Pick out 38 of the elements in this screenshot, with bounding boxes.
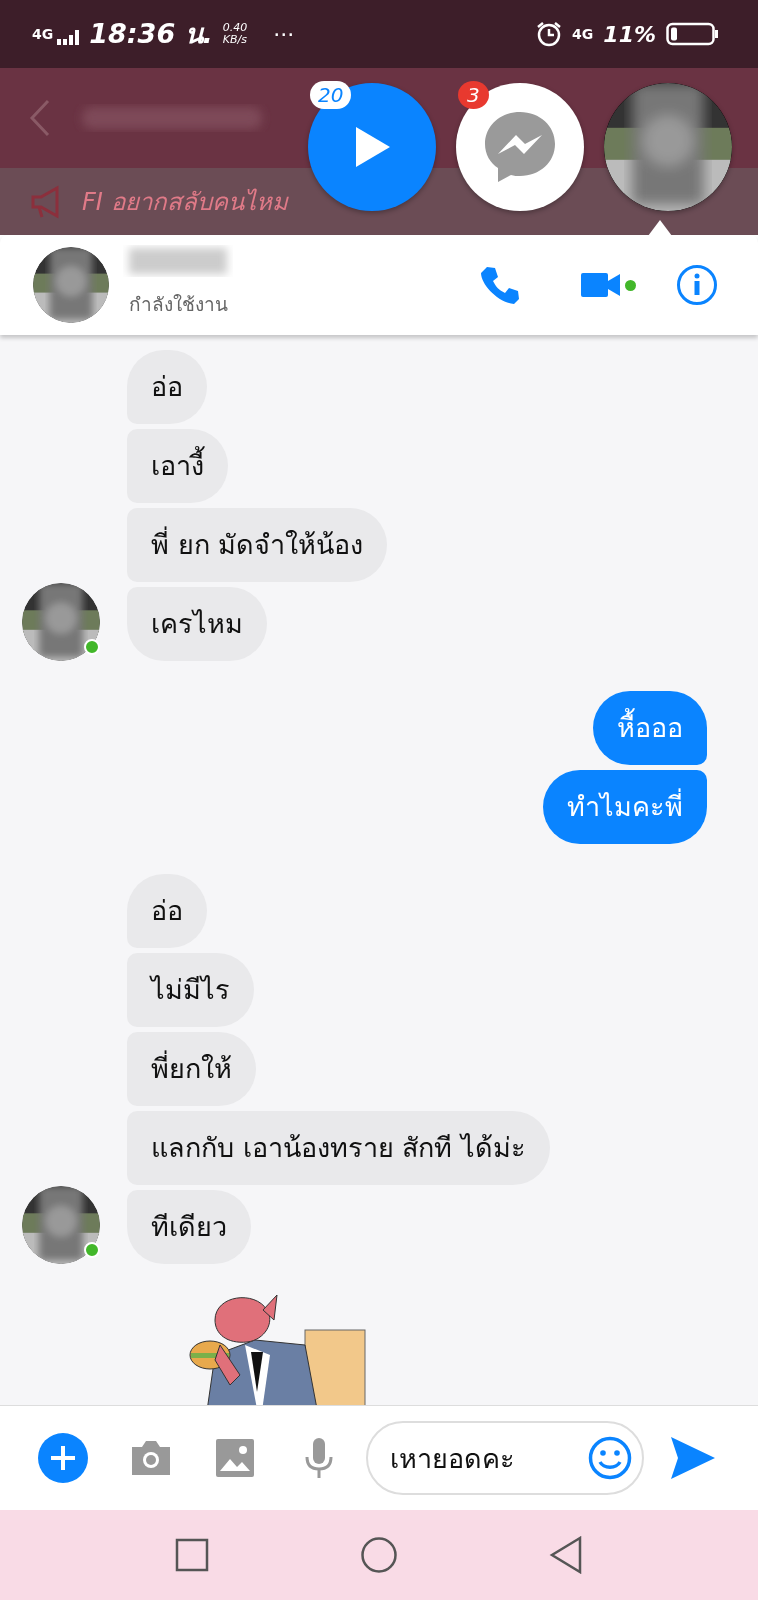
send-icon[interactable] (670, 1435, 716, 1481)
message-bubble: พี่ยกให้ (127, 1032, 256, 1106)
battery-percent: 11% (603, 20, 656, 49)
camera-icon[interactable] (130, 1439, 172, 1477)
message-bubble: อ่อ (127, 350, 207, 424)
message-bubble: เอางี้ (127, 429, 228, 503)
message-bubble: พี่ ยก มัดจำให้น้อง (127, 508, 388, 582)
alarm-icon (536, 21, 563, 47)
message-bubble: แลกกับ เอาน้องทราย สักที ได้ม่ะ (127, 1111, 550, 1185)
message-bubble: ทำไมคะพี่ (543, 770, 707, 844)
info-icon[interactable] (676, 264, 718, 306)
clock-time: 18:36 น. (89, 16, 213, 51)
notification-badge: 20 (310, 81, 352, 109)
message-bubble: ทีเดียว (127, 1190, 251, 1264)
message-bubble: อ่อ (127, 874, 207, 948)
network-type: 4G (32, 24, 54, 44)
message-bubble: เครไหม (127, 587, 267, 661)
network-speed: 0.40 (222, 22, 248, 34)
phone-icon[interactable] (479, 265, 519, 305)
image-icon[interactable] (216, 1439, 254, 1477)
microphone-icon[interactable] (304, 1437, 334, 1479)
recents-icon[interactable] (175, 1538, 210, 1572)
emoji-icon[interactable] (588, 1436, 632, 1480)
messenger-icon (482, 110, 558, 184)
message-field[interactable]: เหายอดคะ (366, 1421, 644, 1495)
home-icon[interactable] (360, 1536, 398, 1574)
video-camera-icon[interactable] (581, 271, 621, 299)
message-bubble: ไม่มีไร (127, 953, 254, 1027)
more-indicator: ··· (273, 20, 295, 49)
battery-icon (666, 22, 718, 46)
signal-icon (57, 28, 80, 45)
back-icon[interactable] (548, 1536, 583, 1574)
message-bubble: หื้อออ (593, 691, 707, 765)
presence-status: กำลังใช้งาน (129, 291, 228, 317)
speed-unit: KB/s (222, 34, 248, 46)
network-type: 4G (572, 24, 594, 44)
add-icon[interactable] (38, 1433, 88, 1483)
banner-text: FI อยากสลับคนไหม (82, 186, 288, 218)
